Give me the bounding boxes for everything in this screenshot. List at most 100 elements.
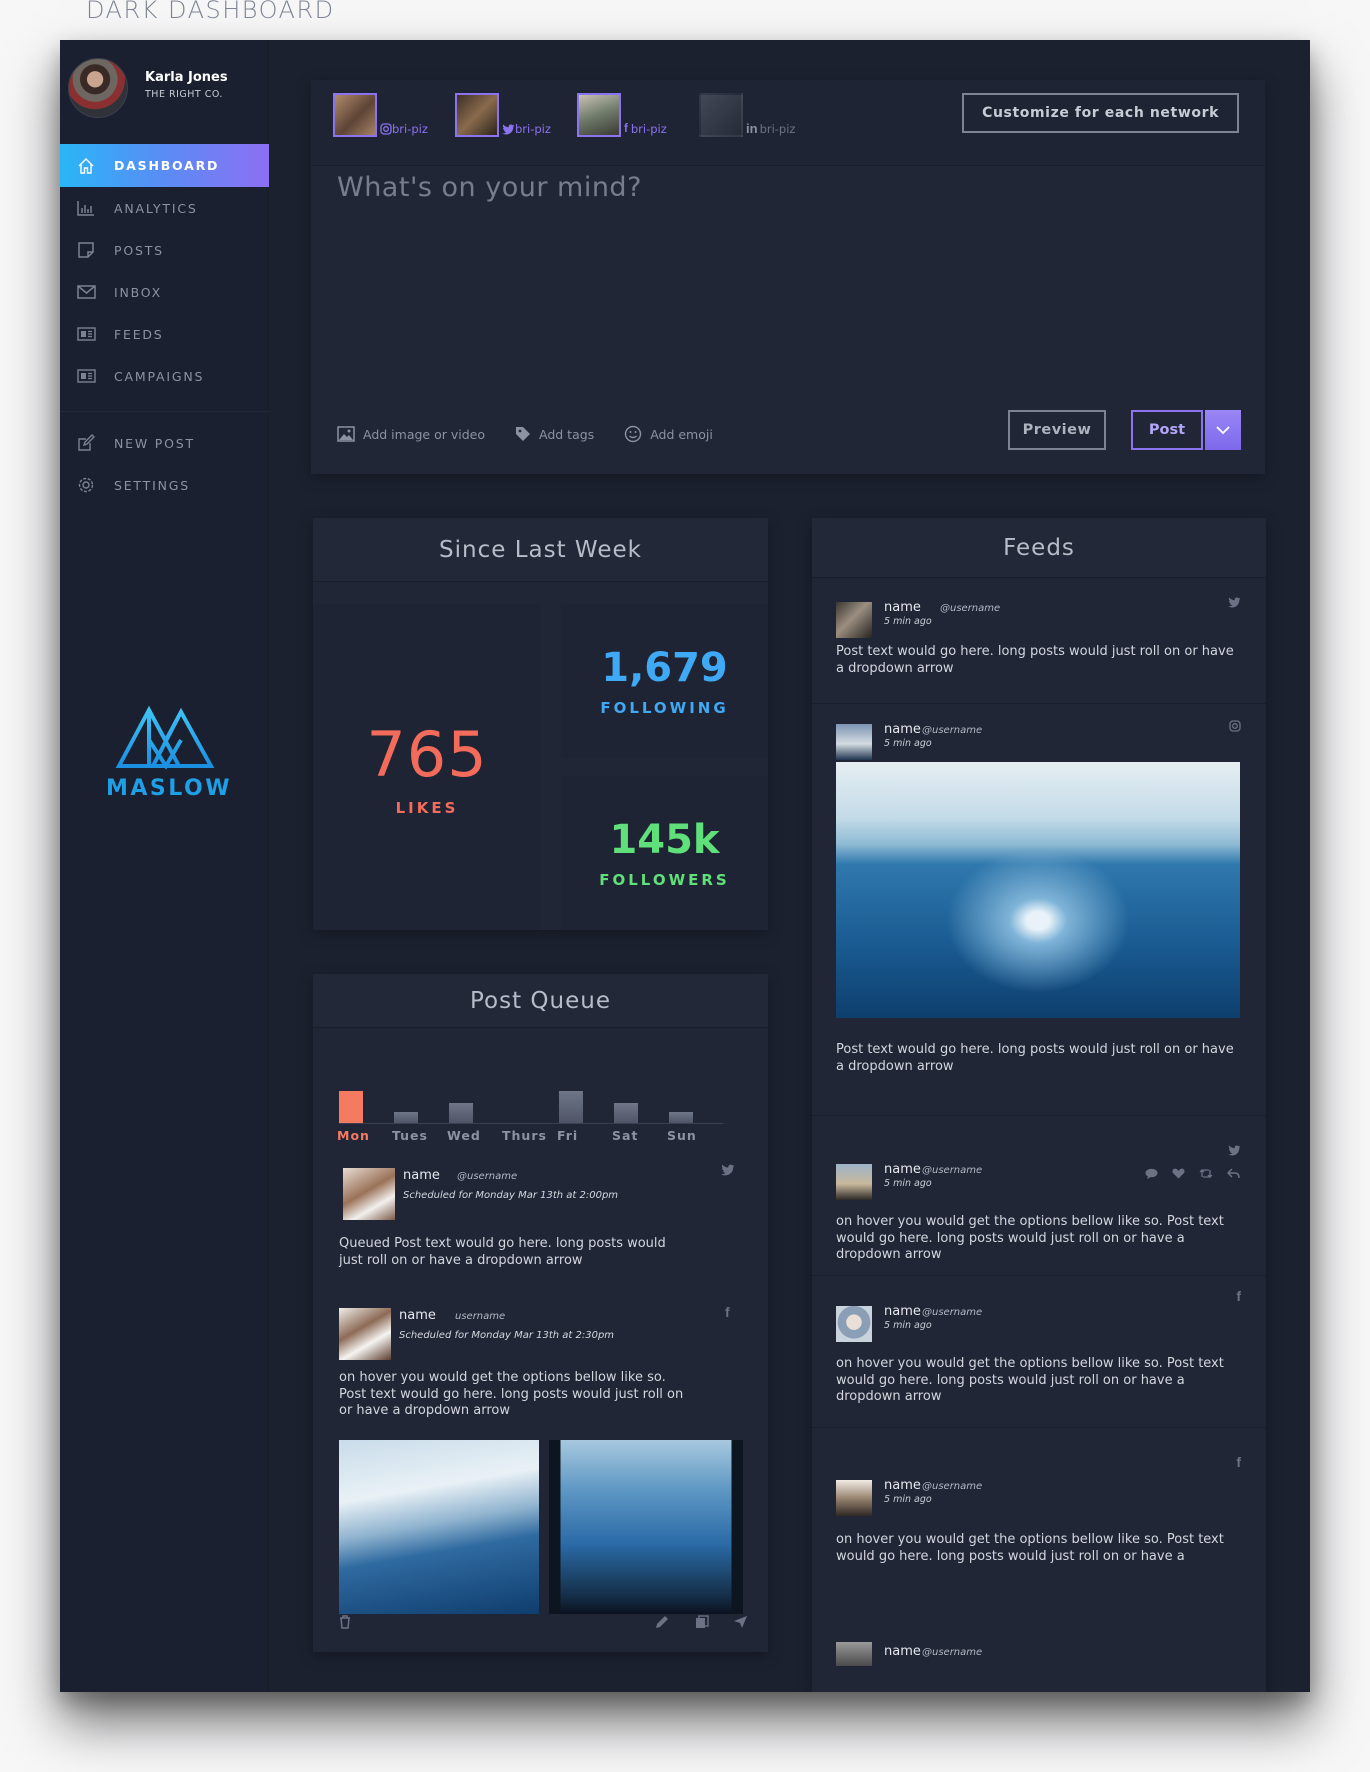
pencil-icon[interactable] bbox=[655, 1614, 669, 1633]
composer-tools: Add image or video Add tags Add emoji bbox=[337, 425, 743, 443]
preview-button[interactable]: Preview bbox=[1008, 410, 1106, 450]
feed-item-time: 5 min ago bbox=[884, 1494, 932, 1505]
chevron-down-icon bbox=[1216, 425, 1230, 434]
feed-item-avatar bbox=[836, 1480, 872, 1516]
account-instagram[interactable]: bri-piz bbox=[333, 93, 428, 137]
instagram-icon bbox=[380, 123, 392, 135]
account-linkedin[interactable]: in bri-piz bbox=[699, 93, 795, 137]
post-options-dropdown[interactable] bbox=[1205, 410, 1241, 450]
queue-day-label[interactable]: Tues bbox=[392, 1128, 428, 1143]
queue-day-label[interactable]: Sun bbox=[667, 1128, 697, 1143]
sidebar-item-inbox[interactable]: INBOX bbox=[60, 271, 269, 313]
newspaper-icon bbox=[76, 324, 96, 344]
feed-item-name: name bbox=[884, 1304, 921, 1319]
queue-day-label[interactable]: Wed bbox=[447, 1128, 481, 1143]
retweet-icon[interactable] bbox=[1199, 1168, 1213, 1179]
twitter-icon bbox=[502, 124, 515, 134]
reply-icon[interactable] bbox=[1227, 1168, 1240, 1179]
feed-item-avatar bbox=[836, 724, 872, 760]
newspaper-icon bbox=[76, 366, 96, 386]
feed-item-username: @username bbox=[922, 1647, 983, 1658]
feed-post-image[interactable] bbox=[836, 762, 1240, 1018]
feed-item-avatar bbox=[836, 1306, 872, 1342]
sidebar-item-posts[interactable]: POSTS bbox=[60, 229, 269, 271]
sidebar-item-label: FEEDS bbox=[114, 326, 164, 342]
feed-item[interactable]: name @username 5 min ago Post text would… bbox=[812, 578, 1266, 704]
queue-attachment-image[interactable] bbox=[549, 1440, 743, 1614]
stats-title: Since Last Week bbox=[313, 518, 768, 582]
followers-value: 145k bbox=[609, 817, 720, 863]
instagram-icon bbox=[1229, 720, 1241, 736]
sidebar-nav: DASHBOARD ANALYTICS POSTS INBOX FEEDS CA… bbox=[60, 144, 269, 506]
queue-day-label[interactable]: Fri bbox=[557, 1128, 578, 1143]
comment-icon[interactable] bbox=[1145, 1168, 1158, 1179]
sidebar-item-settings[interactable]: SETTINGS bbox=[60, 464, 269, 506]
sidebar-item-label: SETTINGS bbox=[114, 477, 190, 493]
add-tags-button[interactable]: Add tags bbox=[515, 426, 594, 442]
post-composer: bri-piz bri-piz f bri-piz in bri-piz Cus… bbox=[311, 80, 1265, 474]
send-icon[interactable] bbox=[733, 1614, 748, 1633]
feed-item-avatar bbox=[836, 1164, 872, 1200]
customize-network-button[interactable]: Customize for each network bbox=[962, 93, 1239, 133]
add-image-button[interactable]: Add image or video bbox=[337, 426, 485, 442]
feed-item-text: Post text would go here. long posts woul… bbox=[836, 644, 1234, 676]
queue-day-label[interactable]: Sat bbox=[612, 1128, 638, 1143]
post-queue-card: Post Queue name @username Scheduled for … bbox=[313, 974, 768, 1652]
sidebar-item-dashboard[interactable]: DASHBOARD bbox=[60, 144, 269, 187]
queue-day-label[interactable]: Mon bbox=[337, 1128, 370, 1143]
queue-attachment-image[interactable] bbox=[339, 1440, 539, 1614]
queue-day-bar[interactable] bbox=[614, 1103, 638, 1123]
queue-day-bar[interactable] bbox=[339, 1091, 363, 1123]
feed-item-time: 5 min ago bbox=[884, 1320, 932, 1331]
dashboard-app: Karla Jones THE RIGHT CO. DASHBOARD ANAL… bbox=[60, 40, 1310, 1692]
queue-day-bar[interactable] bbox=[394, 1112, 418, 1123]
sidebar-item-campaigns[interactable]: CAMPAIGNS bbox=[60, 355, 269, 397]
feed-item[interactable]: name @username bbox=[812, 1630, 1266, 1670]
feed-item[interactable]: f name @username 5 min ago on hover you … bbox=[812, 1276, 1266, 1428]
sidebar-item-label: POSTS bbox=[114, 242, 164, 258]
post-button[interactable]: Post bbox=[1131, 410, 1203, 450]
note-icon bbox=[76, 240, 96, 260]
queue-day-label[interactable]: Thurs bbox=[502, 1128, 547, 1143]
mountain-logo-icon bbox=[115, 705, 215, 770]
feeds-card: Feeds name @username 5 min ago Post text… bbox=[812, 518, 1266, 1692]
feed-item-username: @username bbox=[922, 1307, 983, 1318]
sidebar-item-new-post[interactable]: NEW POST bbox=[60, 422, 269, 464]
stats-card: Since Last Week 765 LIKES 1,679 FOLLOWIN… bbox=[313, 518, 768, 930]
queue-day-bar[interactable] bbox=[449, 1103, 473, 1123]
profile[interactable]: Karla Jones THE RIGHT CO. bbox=[68, 58, 268, 118]
feeds-title: Feeds bbox=[812, 518, 1266, 578]
queue-day-bar[interactable] bbox=[669, 1112, 693, 1123]
trash-icon[interactable] bbox=[339, 1614, 351, 1633]
sidebar-item-analytics[interactable]: ANALYTICS bbox=[60, 187, 269, 229]
queue-item-avatar bbox=[339, 1308, 391, 1360]
twitter-icon bbox=[1228, 1144, 1241, 1160]
sidebar: Karla Jones THE RIGHT CO. DASHBOARD ANAL… bbox=[60, 40, 269, 1692]
account-facebook[interactable]: f bri-piz bbox=[577, 93, 667, 137]
queue-item[interactable]: name @username Scheduled for Monday Mar … bbox=[339, 1164, 749, 1278]
sidebar-item-label: DASHBOARD bbox=[114, 158, 220, 173]
emoji-icon bbox=[624, 425, 642, 443]
feed-item[interactable]: name @username 5 min ago Post text would… bbox=[812, 704, 1266, 1116]
avatar bbox=[68, 58, 128, 118]
sidebar-item-feeds[interactable]: FEEDS bbox=[60, 313, 269, 355]
feed-item-name: name bbox=[884, 1644, 921, 1659]
profile-name: Karla Jones bbox=[145, 70, 228, 85]
queue-item-username: username bbox=[455, 1311, 506, 1322]
queue-item[interactable]: name username Scheduled for Monday Mar 1… bbox=[339, 1304, 749, 1638]
sidebar-item-label: CAMPAIGNS bbox=[114, 368, 205, 384]
account-handle: bri-piz bbox=[759, 121, 796, 136]
add-emoji-button[interactable]: Add emoji bbox=[624, 425, 713, 443]
copy-icon[interactable] bbox=[695, 1614, 709, 1633]
post-text-input[interactable]: What's on your mind? bbox=[337, 172, 642, 203]
envelope-icon bbox=[76, 282, 96, 302]
account-twitter[interactable]: bri-piz bbox=[455, 93, 551, 137]
queue-day-bar[interactable] bbox=[559, 1091, 583, 1123]
likes-stat: 765 LIKES bbox=[313, 604, 541, 930]
heart-icon[interactable] bbox=[1172, 1168, 1185, 1179]
feed-item[interactable]: name @username 5 min ago on hover you wo… bbox=[812, 1116, 1266, 1276]
queue-item-username: @username bbox=[457, 1171, 518, 1182]
feed-hover-actions bbox=[1145, 1168, 1240, 1179]
account-handle: bri-piz bbox=[630, 122, 667, 136]
feed-item[interactable]: f name @username 5 min ago on hover you … bbox=[812, 1428, 1266, 1614]
